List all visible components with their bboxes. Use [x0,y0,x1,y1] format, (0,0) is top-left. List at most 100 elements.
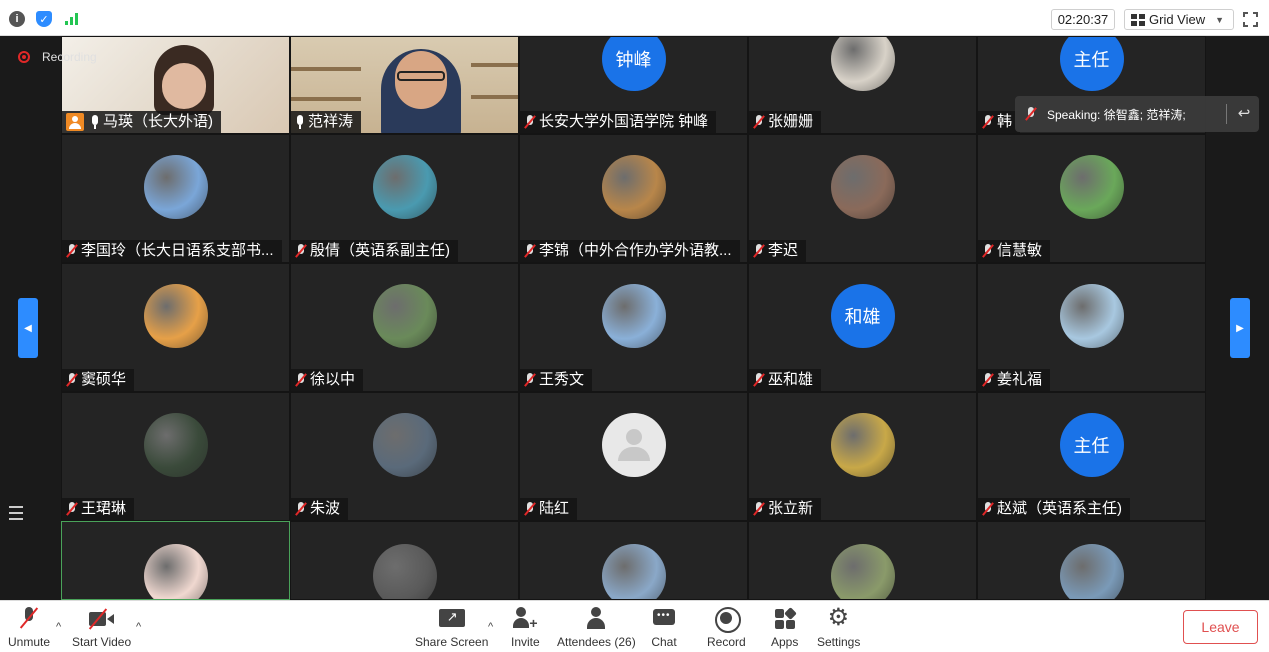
speaking-text: Speaking: 徐智鑫; 范祥涛; [1047,107,1186,122]
top-bar: i ✓ 02:20:37 Grid View ▼ [0,0,1269,36]
recording-label: Recording [42,50,97,64]
view-switch-button[interactable]: Grid View ▼ [1124,9,1234,30]
leave-button[interactable]: Leave [1183,610,1258,644]
fullscreen-icon[interactable] [1242,11,1259,28]
participant-avatar [372,544,437,599]
participant-tile[interactable]: 范祥涛 [290,36,519,134]
participant-tile[interactable]: 徐以中 [290,263,519,392]
participant-name-tag: 李迟 [749,240,807,262]
participant-tile[interactable]: 张姗姗 [748,36,977,134]
mic-muted-icon [524,373,536,387]
participant-avatar [601,284,666,348]
participant-name: 王秀文 [539,371,585,388]
mic-muted-icon [66,244,78,258]
previous-page-button[interactable]: ◀ [18,298,38,358]
participant-tile[interactable]: 钟峰长安大学外国语学院 钟峰 [519,36,748,134]
participant-tile[interactable]: 张立新 [748,392,977,521]
participant-name-tag: 殷倩（英语系副主任) [291,240,458,262]
participant-name: 张立新 [768,500,814,517]
participant-name-tag: 张姗姗 [749,111,822,133]
mic-muted-icon [524,115,536,129]
participant-avatar [372,284,437,348]
participant-tile[interactable]: 王珺琳 [61,392,290,521]
unmute-label: Unmute [8,635,51,649]
share-screen-button[interactable]: Share Screen [415,607,488,649]
participant-name: 徐以中 [310,371,356,388]
participant-name: 韩 [997,113,1013,130]
participant-tile[interactable] [977,521,1206,600]
participant-tile[interactable]: 王秀文 [519,263,748,392]
zoom-meeting-window: i ✓ 02:20:37 Grid View ▼ Recording 马瑛（长大… [0,0,1269,652]
participant-avatar [372,155,437,219]
invite-button[interactable]: + Invite [511,607,540,649]
chevron-left-icon: ◀ [24,322,32,334]
divider [1226,104,1227,124]
mic-muted-icon [524,502,536,516]
apps-button[interactable]: Apps [771,607,798,649]
mic-muted-icon [295,373,307,387]
participant-tile[interactable]: 陆红 [519,392,748,521]
record-icon [713,607,742,633]
participant-name-tag: 王秀文 [520,369,593,391]
participant-tile[interactable] [61,521,290,600]
meeting-timer: 02:20:37 [1051,9,1115,30]
participant-name-tag: 徐以中 [291,369,364,391]
unmute-button[interactable]: Unmute [8,607,50,649]
participant-avatar: 钟峰 [601,37,666,91]
mic-icon [90,115,100,129]
collapse-arrow-icon[interactable]: ↩ [1235,105,1253,123]
participant-avatar [1059,544,1124,599]
participant-name: 范祥涛 [308,113,354,130]
participant-avatar [1059,155,1124,219]
security-shield-icon[interactable]: ✓ [36,11,52,27]
mic-muted-icon [982,115,994,129]
share-screen-label: Share Screen [415,635,489,649]
audio-options-chevron-icon[interactable]: ^ [56,621,61,633]
mic-muted-icon [982,244,994,258]
speaker-mic-icon [1025,107,1037,121]
participant-tile[interactable]: 窦硕华 [61,263,290,392]
signal-strength-icon[interactable] [63,11,79,25]
participant-name: 陆红 [539,500,570,517]
participant-name-tag: 信慧敏 [978,240,1051,262]
participant-tile[interactable]: 殷倩（英语系副主任) [290,134,519,263]
record-button[interactable]: Record [707,607,746,649]
participant-avatar [143,155,208,219]
participant-name: 长安大学外国语学院 钟峰 [539,113,709,130]
attendees-button[interactable]: Attendees (26) [557,607,636,649]
participant-tile[interactable]: 李锦（中外合作办学外语教... [519,134,748,263]
participant-name-tag: 陆红 [520,498,578,520]
settings-button[interactable]: Settings [817,603,860,649]
list-toggle-icon[interactable] [9,506,23,520]
participant-tile[interactable]: 信慧敏 [977,134,1206,263]
share-options-chevron-icon[interactable]: ^ [488,621,493,633]
participant-avatar [601,544,666,599]
info-icon[interactable]: i [9,11,25,27]
invite-label: Invite [511,635,540,649]
participant-tile[interactable] [290,521,519,600]
video-options-chevron-icon[interactable]: ^ [136,621,141,633]
participant-tile[interactable]: 主任 赵斌（英语系主任) [977,392,1206,521]
participant-tile[interactable]: 李迟 [748,134,977,263]
participant-avatar: 主任 [1059,37,1124,91]
record-label: Record [707,635,746,649]
participant-tile[interactable]: 姜礼福 [977,263,1206,392]
participant-tile[interactable]: 朱波 [290,392,519,521]
attendees-icon [583,607,609,631]
participant-tile[interactable]: 李国玲（长大日语系支部书... [61,134,290,263]
participant-tile[interactable] [519,521,748,600]
participant-name-tag: 范祥涛 [291,111,362,133]
mic-muted-icon [66,502,78,516]
mic-muted-icon [753,373,765,387]
participant-avatar [601,155,666,219]
participant-tile[interactable] [748,521,977,600]
view-label: Grid View [1149,12,1206,27]
start-video-button[interactable]: Start Video [72,607,131,649]
apps-label: Apps [771,635,799,649]
participant-name: 朱波 [310,500,341,517]
participant-name-tag: 长安大学外国语学院 钟峰 [520,111,717,133]
participant-name-tag: 窦硕华 [62,369,135,391]
chat-button[interactable]: Chat [651,607,677,649]
next-page-button[interactable]: ▶ [1230,298,1250,358]
participant-tile[interactable]: 和雄 巫和雄 [748,263,977,392]
